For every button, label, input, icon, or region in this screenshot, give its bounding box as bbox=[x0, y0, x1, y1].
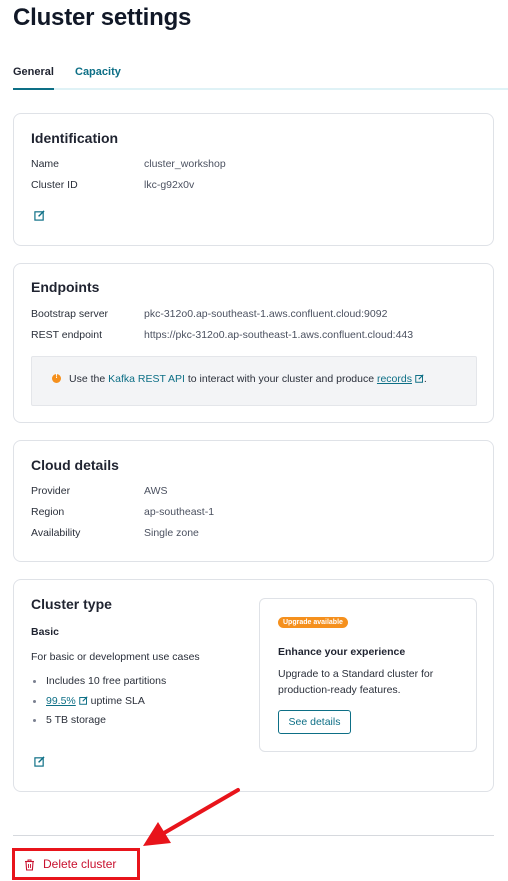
region-value: ap-southeast-1 bbox=[144, 506, 215, 518]
tab-bar: General Capacity bbox=[13, 66, 508, 90]
cluster-type-card: Cluster type Basic For basic or developm… bbox=[13, 579, 494, 792]
delete-highlight-box: Delete cluster bbox=[12, 848, 140, 880]
region-row: Region ap-southeast-1 bbox=[31, 506, 491, 520]
tab-capacity[interactable]: Capacity bbox=[75, 66, 121, 90]
availability-label: Availability bbox=[31, 527, 81, 539]
provider-value: AWS bbox=[144, 485, 168, 497]
name-value: cluster_workshop bbox=[144, 158, 226, 170]
external-link-icon bbox=[415, 374, 424, 383]
cluster-id-value: lkc-g92x0v bbox=[144, 179, 195, 191]
external-link-icon bbox=[78, 695, 88, 705]
rest-endpoint-value: https://pkc-312o0.ap-southeast-1.aws.con… bbox=[144, 329, 414, 341]
endpoints-card: Endpoints Bootstrap server pkc-312o0.ap-… bbox=[13, 263, 494, 423]
notice-text: Use the Kafka REST API to interact with … bbox=[69, 373, 427, 385]
list-item: Includes 10 free partitions bbox=[31, 675, 166, 695]
feature-list: Includes 10 free partitions 99.5% uptime… bbox=[31, 675, 166, 734]
upgrade-panel: Upgrade available Enhance your experienc… bbox=[259, 598, 477, 752]
endpoints-title: Endpoints bbox=[31, 279, 100, 295]
region-label: Region bbox=[31, 506, 65, 518]
cluster-type-description: For basic or development use cases bbox=[31, 651, 200, 663]
upsell-body: Upgrade to a Standard cluster for produc… bbox=[278, 668, 434, 696]
availability-row: Availability Single zone bbox=[31, 527, 491, 541]
edit-icon[interactable] bbox=[34, 210, 45, 221]
divider bbox=[13, 835, 494, 836]
identification-title: Identification bbox=[31, 130, 119, 146]
provider-row: Provider AWS bbox=[31, 485, 491, 499]
identification-card: Identification Name cluster_workshop Clu… bbox=[13, 113, 494, 246]
kafka-rest-api-link[interactable]: Kafka REST API bbox=[108, 373, 185, 385]
name-label: Name bbox=[31, 158, 60, 170]
rest-endpoint-row: REST endpoint https://pkc-312o0.ap-south… bbox=[31, 329, 491, 343]
tab-general[interactable]: General bbox=[13, 66, 54, 90]
provider-label: Provider bbox=[31, 485, 71, 497]
cluster-type-name: Basic bbox=[31, 626, 60, 638]
cloud-details-card: Cloud details Provider AWS Region ap-sou… bbox=[13, 440, 494, 562]
bootstrap-row: Bootstrap server pkc-312o0.ap-southeast-… bbox=[31, 308, 491, 322]
cloud-details-title: Cloud details bbox=[31, 457, 119, 473]
records-link[interactable]: records bbox=[377, 373, 412, 385]
sla-link[interactable]: 99.5% bbox=[46, 695, 76, 707]
bootstrap-label: Bootstrap server bbox=[31, 308, 109, 320]
page-title: Cluster settings bbox=[13, 4, 192, 31]
name-row: Name cluster_workshop bbox=[31, 158, 491, 172]
rest-api-notice: ! Use the Kafka REST API to interact wit… bbox=[31, 356, 477, 406]
bootstrap-value: pkc-312o0.ap-southeast-1.aws.confluent.c… bbox=[144, 308, 388, 320]
rest-endpoint-label: REST endpoint bbox=[31, 329, 103, 341]
list-item: 99.5% uptime SLA bbox=[31, 695, 166, 715]
cluster-id-row: Cluster ID lkc-g92x0v bbox=[31, 179, 491, 193]
info-icon: ! bbox=[52, 373, 61, 383]
availability-value: Single zone bbox=[144, 527, 199, 539]
cluster-type-title: Cluster type bbox=[31, 596, 112, 612]
upgrade-badge: Upgrade available bbox=[278, 617, 348, 628]
upsell-title: Enhance your experience bbox=[278, 646, 406, 658]
see-details-button[interactable]: See details bbox=[278, 710, 351, 734]
list-item: 5 TB storage bbox=[31, 714, 166, 734]
trash-icon bbox=[25, 859, 34, 871]
cluster-id-label: Cluster ID bbox=[31, 179, 78, 191]
edit-icon[interactable] bbox=[34, 756, 45, 767]
